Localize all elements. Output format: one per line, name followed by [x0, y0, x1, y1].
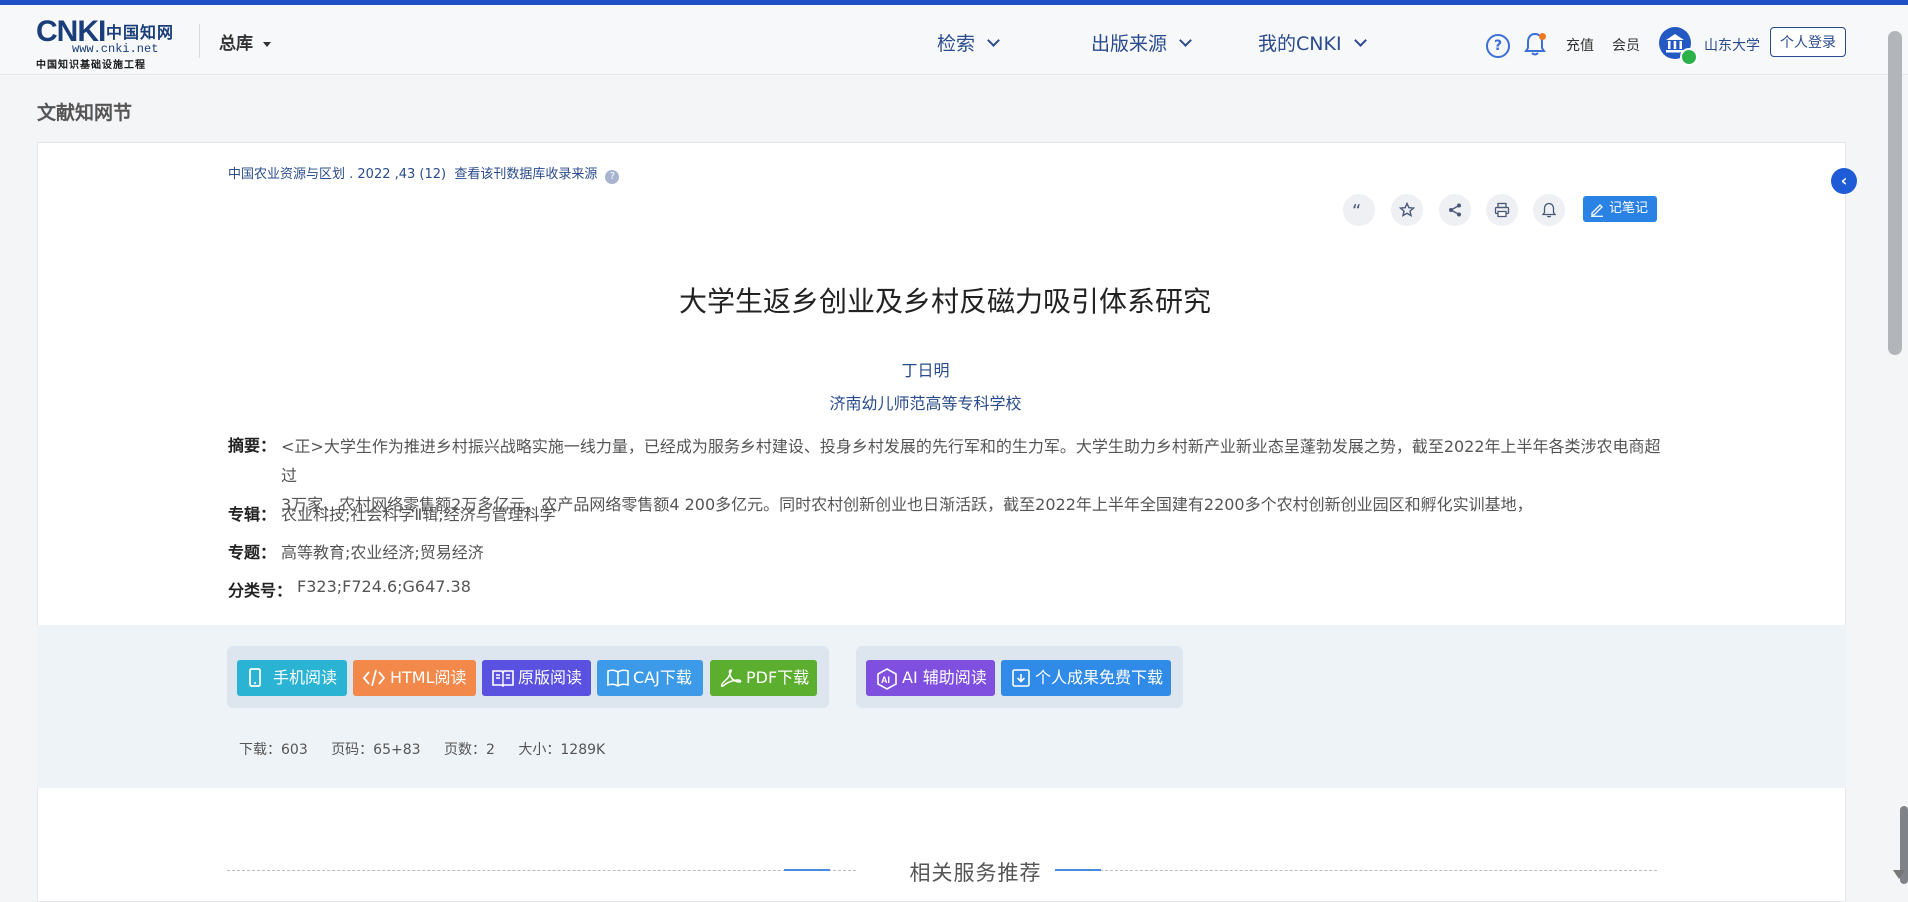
classification-value: F323;F724.6;G647.38	[297, 577, 471, 596]
series-value: 农业科技;社会科学Ⅱ辑;经济与管理科学	[281, 505, 556, 524]
topic-label: 专题：	[228, 543, 277, 562]
pdf-icon	[720, 669, 742, 688]
mobile-read-label: 手机阅读	[273, 668, 338, 687]
svg-text:“: “	[1352, 202, 1361, 218]
journal-source: 中国农业资源与区划 . 2022 ,43 (12) 查看该刊数据库收录来源?	[228, 163, 620, 184]
bell-icon	[1541, 202, 1557, 218]
nav-search[interactable]: 检索	[937, 29, 1000, 56]
personal-free-download-label: 个人成果免费下载	[1035, 668, 1164, 687]
author: 丁日明	[0, 357, 1851, 381]
source-database-link[interactable]: 查看该刊数据库收录来源	[454, 167, 597, 182]
organization-link[interactable]: 济南幼儿师范高等专科学校	[829, 394, 1021, 413]
share-icon	[1449, 203, 1461, 217]
book-icon	[492, 670, 514, 688]
notification-dot	[1539, 33, 1546, 40]
article-stats: 下载：603 页码：65+83 页数：2 大小：1289K	[239, 739, 624, 759]
personal-free-download-button[interactable]: 个人成果免费下载	[1001, 660, 1171, 696]
logo-sub: 中国知识基础设施工程	[36, 60, 146, 71]
organization: 济南幼儿师范高等专科学校	[0, 390, 1851, 414]
open-book-icon	[607, 669, 629, 687]
chevron-down-icon	[1353, 34, 1367, 47]
subscribe-button[interactable]	[1533, 194, 1565, 226]
member-link[interactable]: 会员	[1612, 35, 1640, 55]
caj-download-label: CAJ下载	[633, 668, 692, 687]
favorite-button[interactable]	[1391, 194, 1423, 226]
pen-icon	[1591, 204, 1603, 217]
download-icon	[1012, 669, 1030, 687]
cnki-logo[interactable]: CNKI 中国知网 www.cnki.net 中国知识基础设施工程	[36, 15, 178, 71]
recharge-link[interactable]: 充值	[1566, 35, 1594, 55]
quote-icon: “	[1352, 202, 1361, 218]
svg-text:AI: AI	[881, 675, 890, 685]
recommend-divider-right	[1055, 870, 1657, 871]
ai-reading-label: AI 辅助阅读	[902, 668, 987, 687]
author-link[interactable]: 丁日明	[901, 361, 949, 380]
abstract-label: 摘要：	[228, 436, 277, 455]
nav-my-cnki-label: 我的CNKI	[1258, 33, 1342, 55]
top-header: CNKI 中国知网 www.cnki.net 中国知识基础设施工程 总库 检索 …	[0, 5, 1908, 75]
personal-login-button[interactable]: 个人登录	[1770, 27, 1846, 57]
help-icon[interactable]: ?	[1486, 34, 1510, 58]
download-count: 下载：603	[239, 742, 308, 758]
scrollbar-thumb[interactable]	[1888, 31, 1902, 355]
recommend-title: 相关服务推荐	[909, 861, 1042, 885]
chevron-down-icon	[987, 34, 1000, 47]
abstract-line-1: <正>大学生作为推进乡村振兴战略实施一线力量，已经成为服务乡村建设、投身乡村发展…	[281, 437, 1661, 485]
share-button[interactable]	[1439, 194, 1471, 226]
print-button[interactable]	[1486, 194, 1518, 226]
cite-button[interactable]: “	[1343, 194, 1375, 226]
star-icon	[1399, 202, 1415, 217]
page-title: 文献知网节	[37, 102, 133, 124]
printer-icon	[1494, 202, 1510, 218]
caret-down-icon	[263, 41, 271, 47]
code-icon	[363, 669, 385, 687]
institution-name[interactable]: 山东大学	[1704, 35, 1760, 55]
article-title: 大学生返乡创业及乡村反磁力吸引体系研究	[678, 285, 1211, 318]
classification-label: 分类号：	[228, 581, 293, 600]
header-divider	[199, 24, 200, 58]
caj-download-button[interactable]: CAJ下载	[597, 660, 703, 696]
nav-publication-source[interactable]: 出版来源	[1091, 29, 1192, 56]
ai-icon: AI	[877, 668, 897, 690]
nav-publication-source-label: 出版来源	[1091, 33, 1168, 55]
topic-value: 高等教育;农业经济;贸易经济	[281, 543, 484, 562]
pdf-download-label: PDF下载	[746, 668, 810, 687]
verified-check-icon	[1680, 48, 1698, 66]
original-read-button[interactable]: 原版阅读	[482, 660, 591, 696]
journal-source-text[interactable]: 中国农业资源与区划 . 2022 ,43 (12)	[228, 167, 446, 182]
page-code: 页码：65+83	[331, 742, 421, 758]
recommend-accent-right	[1055, 869, 1101, 871]
question-icon[interactable]: ?	[605, 170, 620, 184]
pdf-download-button[interactable]: PDF下载	[710, 660, 817, 696]
nav-my-cnki[interactable]: 我的CNKI	[1258, 29, 1367, 56]
series-label: 专辑：	[228, 505, 277, 524]
logo-url: www.cnki.net	[72, 42, 159, 56]
mobile-read-button[interactable]: 手机阅读	[237, 660, 347, 696]
take-notes-button[interactable]: 记笔记	[1583, 196, 1657, 222]
take-notes-label: 记笔记	[1609, 201, 1649, 216]
original-read-label: 原版阅读	[518, 668, 583, 687]
library-select[interactable]: 总库	[219, 29, 271, 54]
logo-cn: 中国知网	[106, 23, 175, 42]
library-select-label: 总库	[219, 34, 253, 54]
page-count: 页数：2	[444, 742, 495, 758]
file-size: 大小：1289K	[518, 742, 606, 758]
phone-icon	[249, 668, 261, 687]
html-read-button[interactable]: HTML阅读	[353, 660, 476, 696]
ai-reading-button[interactable]: AI AI 辅助阅读	[866, 660, 995, 696]
side-panel-toggle-icon[interactable]: ‹	[1831, 168, 1857, 194]
html-read-label: HTML阅读	[390, 668, 467, 687]
nav-search-label: 检索	[937, 33, 976, 55]
chevron-down-icon	[1179, 34, 1192, 47]
